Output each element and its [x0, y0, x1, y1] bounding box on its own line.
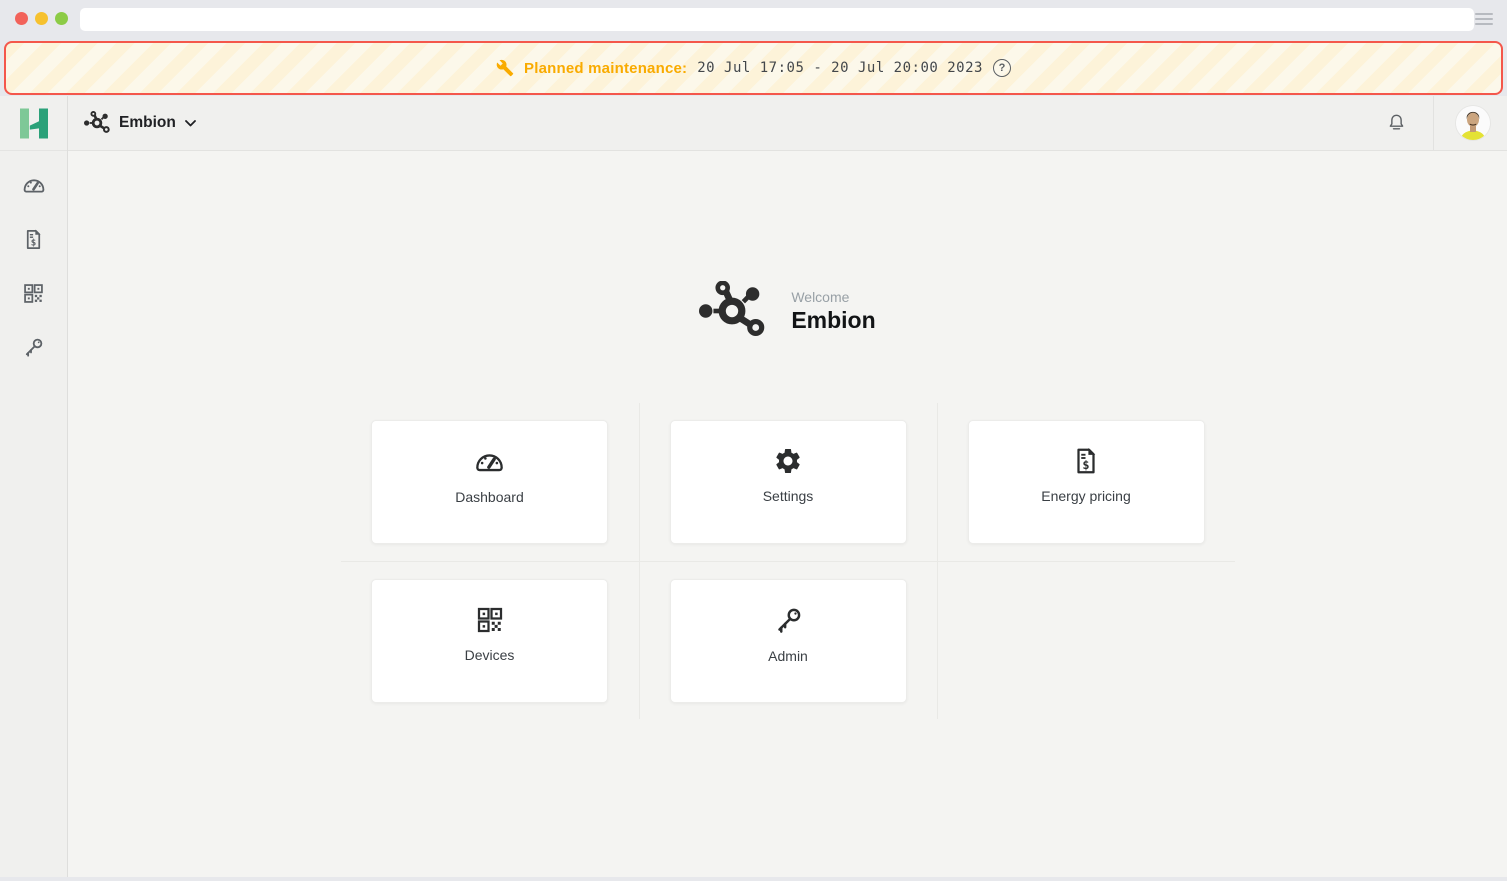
h-logo-icon	[19, 108, 49, 139]
energy-pricing-card[interactable]: $ Energy pricing	[968, 420, 1205, 544]
gauge-icon	[22, 173, 46, 197]
grid-cell: Dashboard	[341, 403, 639, 561]
wrench-icon	[496, 59, 514, 77]
molecule-icon-large	[699, 281, 765, 341]
org-selector[interactable]: Embion	[84, 111, 196, 135]
card-label: Devices	[465, 647, 515, 663]
devices-card[interactable]: Devices	[371, 579, 608, 703]
grid-cell-empty	[937, 561, 1235, 719]
svg-text:$: $	[1082, 458, 1089, 472]
qr-code-icon	[475, 605, 505, 635]
browser-menu-icon[interactable]	[1475, 13, 1493, 25]
top-bar: Embion	[68, 96, 1507, 151]
sidebar-item-devices[interactable]	[0, 266, 67, 320]
qr-code-icon	[22, 282, 45, 305]
welcome-org-name: Embion	[791, 307, 875, 334]
sidebar-item-admin[interactable]	[0, 320, 67, 374]
invoice-icon: $	[22, 228, 45, 251]
help-icon[interactable]: ?	[993, 59, 1011, 77]
gauge-icon	[474, 446, 505, 477]
zoom-window-button[interactable]	[55, 12, 68, 25]
grid-cell: Admin	[639, 561, 937, 719]
minimize-window-button[interactable]	[35, 12, 48, 25]
main-content: Welcome Embion Dashboar	[68, 151, 1507, 877]
card-label: Dashboard	[455, 489, 524, 505]
avatar-image	[1456, 106, 1490, 140]
org-name: Embion	[119, 114, 176, 132]
maintenance-schedule: 20 Jul 17:05 - 20 Jul 20:00 2023	[697, 60, 983, 76]
content-column: Embion	[68, 96, 1507, 877]
dashboard-card[interactable]: Dashboard	[371, 420, 608, 544]
admin-card[interactable]: Admin	[670, 579, 907, 703]
app-frame: $	[0, 96, 1507, 877]
maintenance-label: Planned maintenance:	[524, 60, 687, 77]
sidebar-item-energy-pricing[interactable]: $	[0, 212, 67, 266]
sidebar: $	[0, 96, 68, 877]
invoice-icon: $	[1071, 446, 1101, 476]
shortcut-grid: Dashboard Settings	[341, 403, 1235, 719]
user-avatar[interactable]	[1456, 106, 1490, 140]
key-icon	[773, 605, 804, 636]
notifications-button[interactable]	[1386, 112, 1407, 134]
address-bar-input[interactable]	[80, 8, 1474, 31]
app-logo[interactable]	[0, 96, 67, 151]
grid-cell: Settings	[639, 403, 937, 561]
key-icon	[22, 336, 45, 359]
card-label: Admin	[768, 648, 808, 664]
welcome-greeting: Welcome	[791, 289, 875, 305]
grid-cell: Devices	[341, 561, 639, 719]
welcome-block: Welcome Embion	[699, 281, 875, 341]
svg-text:$: $	[31, 238, 36, 248]
sidebar-item-dashboard[interactable]	[0, 158, 67, 212]
browser-chrome	[0, 0, 1507, 38]
molecule-icon	[84, 111, 110, 135]
window-controls	[15, 12, 68, 25]
card-label: Energy pricing	[1041, 488, 1131, 504]
sidebar-nav: $	[0, 151, 67, 374]
close-window-button[interactable]	[15, 12, 28, 25]
bell-icon	[1386, 112, 1407, 134]
maintenance-banner: Planned maintenance: 20 Jul 17:05 - 20 J…	[4, 41, 1503, 95]
settings-card[interactable]: Settings	[670, 420, 907, 544]
welcome-text: Welcome Embion	[791, 289, 875, 334]
top-bar-divider	[1433, 96, 1434, 151]
grid-cell: $ Energy pricing	[937, 403, 1235, 561]
gear-icon	[773, 446, 803, 476]
chevron-down-icon	[185, 120, 196, 127]
card-label: Settings	[763, 488, 814, 504]
